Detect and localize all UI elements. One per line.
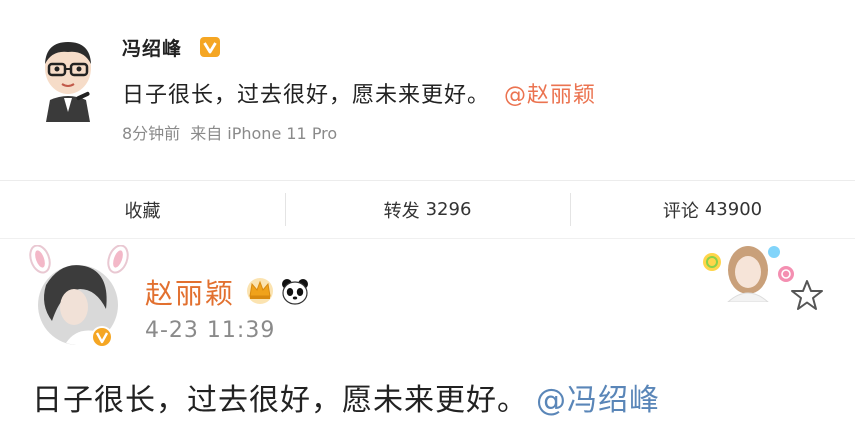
comment-label: 评论 (662, 200, 699, 222)
repost-count: 3296 (425, 199, 472, 220)
verified-badge-icon (200, 37, 220, 57)
repost-button[interactable]: 转发 3296 (285, 181, 570, 238)
favorite-label: 收藏 (124, 200, 161, 222)
post-time[interactable]: 4-23 11:39 (145, 318, 275, 343)
post-text: 日子很长，过去很好，愿未来更好。 @赵丽颖 (122, 77, 596, 109)
avatar[interactable] (22, 245, 132, 355)
post-time[interactable]: 8分钟前 (122, 124, 180, 143)
divider (0, 238, 855, 239)
repost-card: 冯绍峰 日子很长，过去很好，愿未来更好。 @赵丽颖 8分钟前 来自 iPhone 1… (0, 0, 855, 180)
star-icon[interactable] (790, 278, 824, 312)
action-bar: 收藏 转发 3296 评论 43900 (0, 181, 855, 238)
avatar[interactable] (36, 38, 100, 122)
author-name[interactable]: 赵丽颖 (145, 272, 235, 312)
mention-link[interactable]: @冯绍峰 (536, 383, 660, 418)
comment-button[interactable]: 评论 43900 (570, 181, 855, 238)
post-text: 日子很长，过去很好，愿未来更好。 @冯绍峰 (32, 375, 660, 419)
mention-link[interactable]: @赵丽颖 (504, 83, 596, 108)
crown-icon (247, 278, 273, 304)
post-source: 来自 iPhone 11 Pro (190, 124, 338, 143)
post-text-body: 日子很长，过去很好，愿未来更好。 (122, 83, 491, 108)
repost-label: 转发 (383, 200, 420, 222)
author-name[interactable]: 冯绍峰 (122, 34, 182, 61)
comment-count: 43900 (704, 199, 763, 220)
favorite-button[interactable]: 收藏 (0, 181, 285, 238)
post-meta: 8分钟前 来自 iPhone 11 Pro (122, 120, 347, 144)
sticker-decoration (703, 246, 794, 302)
post-text-body: 日子很长，过去很好，愿未来更好。 (32, 383, 528, 418)
panda-icon (282, 279, 308, 305)
